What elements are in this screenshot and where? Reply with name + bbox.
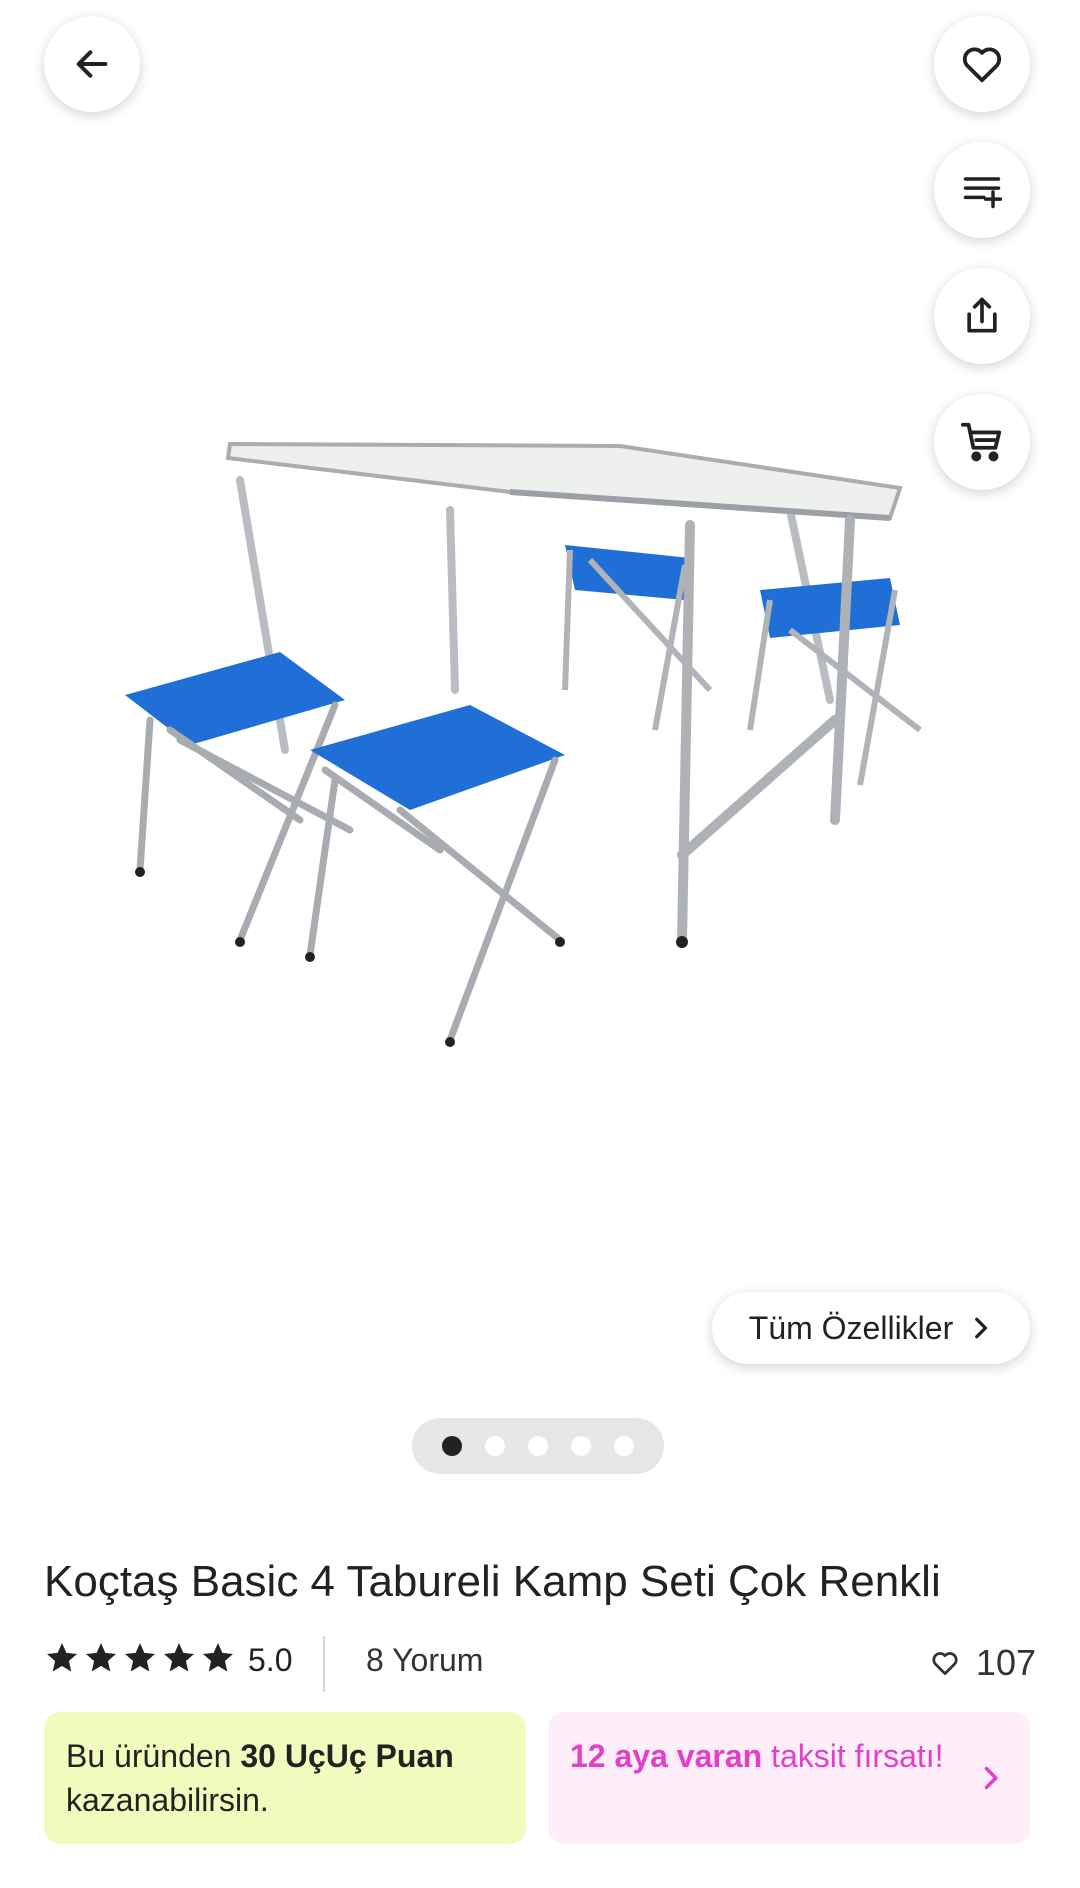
stool-front-right — [306, 705, 565, 1044]
carousel-dot[interactable] — [614, 1436, 634, 1456]
carousel-dot[interactable] — [571, 1436, 591, 1456]
installment-highlight: 12 aya varan — [570, 1738, 763, 1774]
share-icon — [967, 297, 997, 333]
carousel-dot[interactable] — [485, 1436, 505, 1456]
favorite-button[interactable] — [934, 16, 1030, 112]
rating-value: 5.0 — [248, 1642, 293, 1678]
chevron-right-icon — [975, 1317, 988, 1339]
all-specs-label: Tüm Özellikler — [748, 1309, 954, 1346]
image-carousel-indicator[interactable] — [412, 1418, 664, 1474]
product-image[interactable] — [110, 400, 970, 1080]
points-amount: 30 UçUç Puan — [240, 1738, 454, 1774]
chevron-right-icon — [984, 1766, 998, 1790]
favorite-count-value: 107 — [975, 1642, 1036, 1683]
installment-promo-card[interactable]: 12 aya varan taksit fırsatı! — [548, 1712, 1030, 1844]
star-icon — [164, 1643, 194, 1672]
product-title: Koçtaş Basic 4 Tabureli Kamp Seti Çok Re… — [44, 1557, 941, 1606]
star-icon — [47, 1643, 77, 1672]
favorite-count: 107 — [930, 1642, 1036, 1684]
star-rating[interactable] — [44, 1640, 236, 1676]
reviews-link[interactable]: 8 Yorum — [366, 1642, 483, 1679]
star-icon — [86, 1643, 116, 1672]
star-icon — [125, 1643, 155, 1672]
heart-icon — [962, 47, 1002, 83]
points-suffix: kazanabilirsin. — [66, 1782, 269, 1818]
divider — [323, 1636, 325, 1692]
back-button[interactable] — [44, 16, 140, 112]
installment-text: taksit fırsatı! — [762, 1738, 944, 1774]
carousel-dot-active[interactable] — [442, 1436, 462, 1456]
points-promo-card: Bu üründen 30 UçUç Puan kazanabilirsin. — [44, 1712, 526, 1844]
arrow-left-icon — [76, 50, 108, 78]
all-specs-button[interactable]: Tüm Özellikler — [712, 1292, 1030, 1364]
points-prefix: Bu üründen — [66, 1738, 241, 1774]
add-to-list-icon — [963, 177, 1003, 209]
heart-icon — [932, 1652, 958, 1675]
share-button[interactable] — [934, 268, 1030, 364]
carousel-dot[interactable] — [528, 1436, 548, 1456]
star-icon — [203, 1643, 233, 1672]
add-to-list-button[interactable] — [934, 142, 1030, 238]
rating-row: 5.0 8 Yorum 107 — [44, 1636, 1036, 1692]
